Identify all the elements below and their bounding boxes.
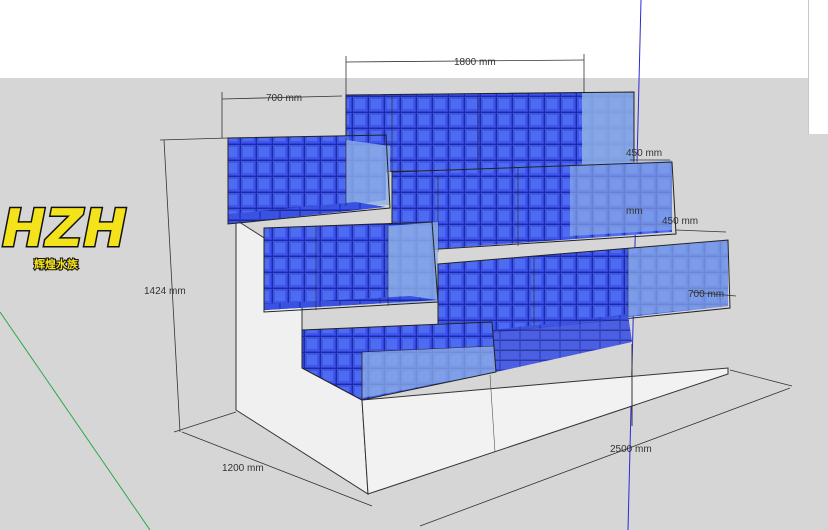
aquarium-model[interactable]: 1800 mm 700 mm 450 mm mm 450 mm 700 mm 1…: [0, 0, 828, 530]
logo-subtitle: 辉煌水族: [34, 257, 79, 271]
dim-base-depth: 1200 mm: [222, 463, 264, 474]
dim-total-width: 2500 mm: [610, 444, 652, 455]
tank-top-left[interactable]: [227, 134, 391, 225]
green-axis-line: [0, 311, 151, 530]
hzh-logo: HZH 辉煌水族: [1, 198, 129, 273]
modeling-viewport[interactable]: 1800 mm 700 mm 450 mm mm 450 mm 700 mm 1…: [0, 0, 828, 530]
dim-tank-depth-top: 700 mm: [266, 93, 302, 104]
dim-mm-partial: mm: [626, 206, 643, 217]
dim-top-width: 1800 mm: [454, 57, 496, 68]
tank-middle-left[interactable]: [263, 221, 439, 313]
dim-depth-c: 700 mm: [688, 289, 724, 300]
logo-text: HZH: [2, 199, 127, 259]
dim-depth-a: 450 mm: [626, 148, 662, 159]
dim-height: 1424 mm: [144, 286, 186, 297]
dim-depth-b: 450 mm: [662, 216, 698, 227]
